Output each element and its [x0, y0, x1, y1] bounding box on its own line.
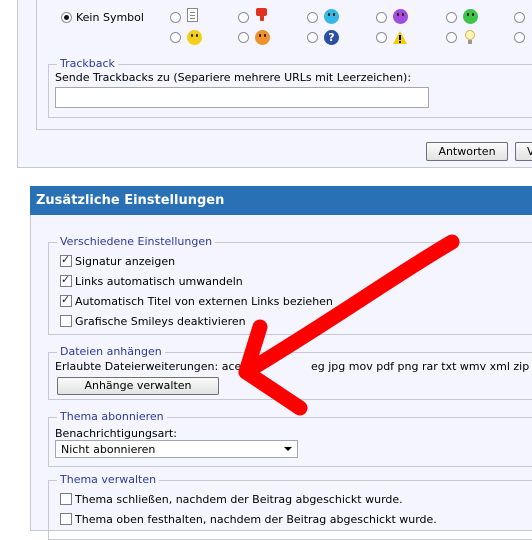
- warning-icon: [393, 30, 408, 45]
- close-topic-label: Thema schließen, nachdem der Beitrag abg…: [75, 493, 403, 506]
- signature-label: Signatur anzeigen: [75, 255, 176, 268]
- auto-links-checkbox[interactable]: [60, 273, 72, 287]
- link-titles-label: Automatisch Titel von externen Links bez…: [75, 295, 333, 308]
- manage-topic-fieldset: [48, 480, 532, 540]
- radio-symbol-thumbs-down[interactable]: [238, 12, 249, 23]
- question-icon: ?: [324, 30, 339, 45]
- trackback-url-input[interactable]: [55, 87, 429, 108]
- kein-symbol-label: Kein Symbol: [76, 11, 144, 24]
- smile-blue-icon: [324, 9, 339, 24]
- subscribe-legend: Thema abonnieren: [57, 410, 167, 423]
- signature-checkbox[interactable]: [60, 253, 72, 267]
- chevron-down-icon: [284, 447, 292, 451]
- grin-green-icon: [463, 9, 478, 24]
- sticky-topic-label: Thema oben festhalten, nachdem der Beitr…: [75, 513, 437, 526]
- document-icon: [187, 8, 198, 22]
- link-titles-checkbox[interactable]: [60, 293, 72, 307]
- notification-type-label: Benachrichtigungsart:: [55, 427, 177, 440]
- radio-symbol-warning[interactable]: [376, 32, 387, 43]
- sticky-topic-checkbox[interactable]: [60, 513, 72, 525]
- smile-orange-icon: [255, 30, 270, 45]
- radio-symbol-smile-yellow[interactable]: [170, 32, 181, 43]
- manage-topic-legend: Thema verwalten: [57, 473, 160, 486]
- disable-smileys-label: Grafische Smileys deaktivieren: [75, 315, 246, 328]
- radio-symbol-document[interactable]: [170, 12, 181, 23]
- manage-attachments-button[interactable]: Anhänge verwalten: [57, 377, 219, 395]
- radio-symbol-lightbulb[interactable]: [446, 32, 457, 43]
- attachments-legend: Dateien anhängen: [57, 345, 165, 358]
- close-topic-checkbox[interactable]: [60, 493, 72, 505]
- allowed-extensions-suffix: eg jpg mov pdf png rar txt wmv xml zip: [311, 360, 530, 373]
- radio-kein-symbol[interactable]: [61, 12, 72, 23]
- misc-settings-legend: Verschiedene Einstellungen: [57, 235, 216, 248]
- notification-type-select[interactable]: Nicht abonnieren: [55, 440, 298, 458]
- thumbs-down-icon: [255, 8, 269, 22]
- auto-links-label: Links automatisch umwandeln: [75, 275, 243, 288]
- radio-symbol-smile-orange[interactable]: [238, 32, 249, 43]
- radio-symbol-smile-blue[interactable]: [307, 12, 318, 23]
- radio-symbol-grin-green[interactable]: [446, 12, 457, 23]
- radio-symbol-smile-purple[interactable]: [376, 12, 387, 23]
- second-submit-button[interactable]: V: [515, 142, 532, 161]
- radio-symbol-question[interactable]: [307, 32, 318, 43]
- radio-symbol-extra[interactable]: [514, 12, 525, 23]
- allowed-extensions-prefix: Erlaubte Dateierweiterungen: ace: [55, 360, 242, 373]
- reply-button[interactable]: Antworten: [426, 142, 508, 161]
- disable-smileys-checkbox[interactable]: [60, 315, 72, 327]
- trackback-label: Sende Trackbacks zu (Separiere mehrere U…: [55, 71, 412, 84]
- smile-purple-icon: [393, 9, 408, 24]
- trackback-legend: Trackback: [57, 57, 118, 70]
- radio-symbol-extra-2[interactable]: [514, 32, 525, 43]
- extra-settings-title: Zusätzliche Einstellungen: [30, 186, 532, 215]
- notification-type-value: Nicht abonnieren: [61, 443, 156, 456]
- smile-yellow-icon: [187, 30, 202, 45]
- lightbulb-icon: [463, 30, 478, 45]
